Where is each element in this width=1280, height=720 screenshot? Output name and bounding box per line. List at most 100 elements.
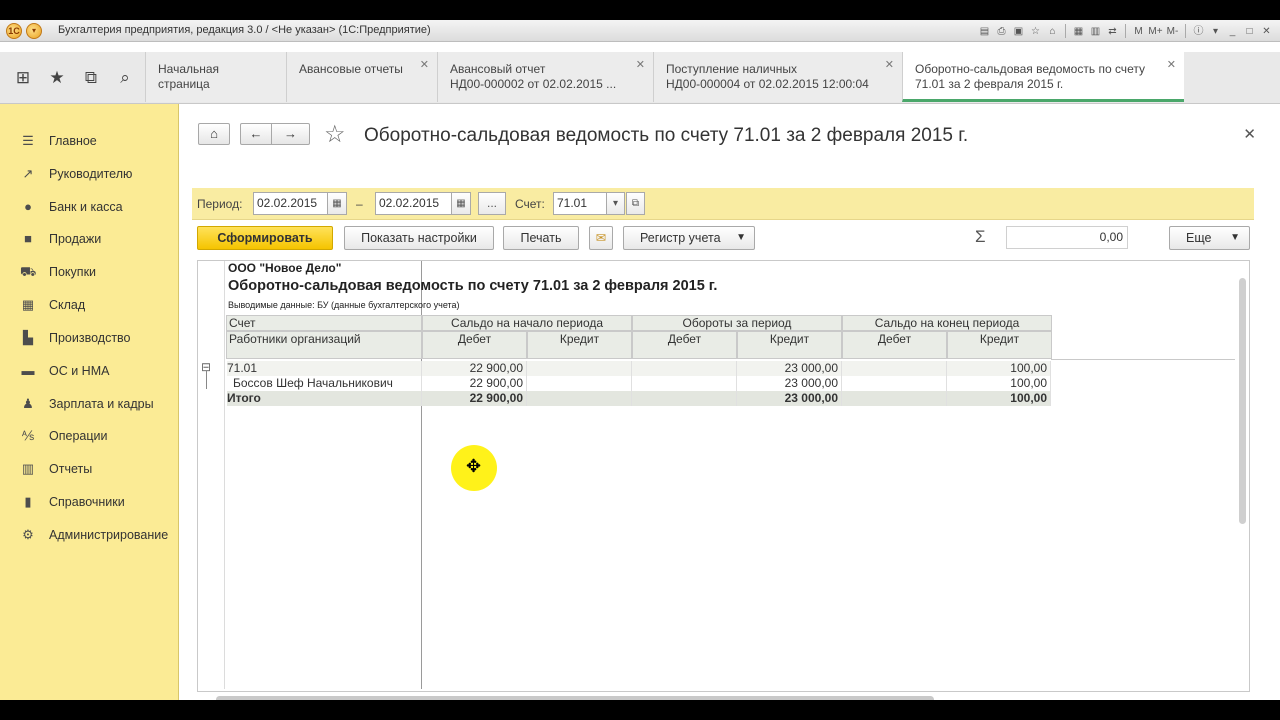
memory-m-icon[interactable]: M: [1131, 24, 1146, 39]
date-to-field[interactable]: 02.02.2015: [375, 192, 452, 215]
sidebar-item-reports[interactable]: ▥ Отчеты: [0, 456, 179, 482]
move-cursor-icon: ✥: [466, 456, 482, 476]
forward-button[interactable]: →: [272, 123, 310, 145]
sidebar-item-directories[interactable]: ▮ Справочники: [0, 489, 179, 515]
horizontal-scrollbar[interactable]: [216, 696, 934, 700]
account-dropdown-icon[interactable]: ▾: [606, 192, 625, 215]
close-tab-icon[interactable]: ✕: [636, 58, 645, 73]
favorites-star-icon[interactable]: ★: [46, 67, 68, 89]
sidebar-item-salary[interactable]: ♟ Зарплата и кадры: [0, 391, 179, 417]
calendar-icon[interactable]: ▥: [1088, 24, 1103, 39]
cell-open-debit: 22 900,00: [422, 391, 527, 406]
show-settings-button[interactable]: Показать настройки: [344, 226, 494, 250]
header-turn-debit: Дебет: [632, 331, 737, 359]
close-form-icon[interactable]: ✕: [1243, 125, 1256, 143]
generate-button[interactable]: Сформировать: [197, 226, 333, 250]
vertical-scrollbar[interactable]: [1239, 278, 1246, 524]
toolbar-separator: [1185, 24, 1186, 38]
bag-icon: ■: [24, 231, 32, 246]
minimize-icon[interactable]: _: [1225, 24, 1240, 39]
sidebar-item-warehouse[interactable]: ▦ Склад: [0, 292, 179, 318]
tab-label: Поступление наличных: [666, 62, 797, 76]
sigma-icon[interactable]: Σ: [975, 227, 986, 247]
date-from-field[interactable]: 02.02.2015: [253, 192, 328, 215]
sidebar-item-label: Склад: [49, 298, 86, 312]
sidebar-item-main[interactable]: ☰ Главное: [0, 128, 179, 154]
row-name: Итого: [227, 391, 422, 406]
chart-icon: ↗: [22, 166, 34, 181]
favorite-star-icon[interactable]: ☆: [324, 120, 346, 149]
sections-sidebar: ☰ Главное ↗ Руководителю ● Банк и касса ■ Пр…: [0, 104, 179, 700]
cell-open-debit: 22 900,00: [422, 361, 527, 376]
close-tab-icon[interactable]: ✕: [1167, 58, 1176, 73]
calendar-from-icon[interactable]: ▦: [327, 192, 347, 215]
search-icon[interactable]: ⌕: [114, 67, 136, 89]
memory-mminus-icon[interactable]: M-: [1165, 24, 1180, 39]
tab-home[interactable]: Начальная страница: [145, 52, 286, 102]
preview-icon[interactable]: ▣: [1011, 24, 1026, 39]
tab-turnover-sheet[interactable]: Оборотно-сальдовая ведомость по счету 71…: [902, 52, 1184, 102]
tab-advance-reports[interactable]: Авансовые отчеты ✕: [286, 52, 437, 102]
print-icon[interactable]: ⎙: [994, 24, 1009, 39]
info-icon[interactable]: ⓘ: [1191, 24, 1206, 39]
register-button[interactable]: Регистр учета ▼: [623, 226, 755, 250]
history-icon[interactable]: ⌂: [1045, 24, 1060, 39]
envelope-icon: ✉: [595, 231, 607, 245]
table-row[interactable]: 71.01 22 900,00 23 000,00 100,00: [227, 361, 1051, 376]
info-menu-icon[interactable]: ▾: [1208, 24, 1223, 39]
close-window-icon[interactable]: ✕: [1259, 24, 1274, 39]
save-icon[interactable]: ▤: [977, 24, 992, 39]
sidebar-item-label: Руководителю: [49, 167, 133, 181]
maximize-icon[interactable]: □: [1242, 24, 1257, 39]
sidebar-item-admin[interactable]: ⚙ Администрирование: [0, 522, 179, 548]
favorite-icon[interactable]: ☆: [1028, 24, 1043, 39]
more-button[interactable]: Еще ▼: [1169, 226, 1250, 250]
report-form: ⌂ ← → ☆ Оборотно-сальдовая ведомость по …: [180, 104, 1280, 700]
sidebar-item-purchases[interactable]: ⛟ Покупки: [0, 259, 179, 285]
compare-icon[interactable]: ⇄: [1105, 24, 1120, 39]
sidebar-item-sales[interactable]: ■ Продажи: [0, 226, 179, 252]
sidebar-item-assets[interactable]: ▬ ОС и НМА: [0, 358, 179, 384]
close-tab-icon[interactable]: ✕: [420, 58, 429, 73]
history-icon[interactable]: ⧉: [80, 67, 102, 89]
cell-close-credit: 100,00: [947, 391, 1051, 406]
sum-field: 0,00: [1006, 226, 1128, 249]
sidebar-item-bank[interactable]: ● Банк и касса: [0, 194, 179, 220]
toolbar-separator: [1065, 24, 1066, 38]
home-button[interactable]: ⌂: [198, 123, 230, 145]
sidebar-item-label: Покупки: [49, 265, 97, 279]
table-row-total[interactable]: Итого 22 900,00 23 000,00 100,00: [227, 391, 1051, 406]
tab-advance-report-doc[interactable]: Авансовый отчет НД00-000002 от 02.02.201…: [437, 52, 653, 102]
email-button[interactable]: ✉: [589, 226, 613, 250]
truck-icon: ▬: [21, 363, 35, 378]
tab-label: Начальная страница: [158, 62, 220, 91]
tab-label: Авансовые отчеты: [299, 62, 403, 76]
period-select-button[interactable]: ...: [478, 192, 506, 215]
app-logo-icon[interactable]: 1С: [6, 23, 22, 39]
sidebar-item-operations[interactable]: ⅍ Операции: [0, 423, 179, 449]
back-button[interactable]: ←: [240, 123, 272, 145]
report-spreadsheet[interactable]: ООО "Новое Дело" Оборотно-сальдовая ведо…: [197, 260, 1250, 692]
report-org: ООО "Новое Дело": [228, 261, 342, 275]
calendar-to-icon[interactable]: ▦: [451, 192, 471, 215]
book-icon: ▮: [24, 494, 32, 509]
main-menu-icon[interactable]: ▾: [26, 23, 42, 39]
account-field[interactable]: 71.01: [553, 192, 607, 215]
sidebar-item-label: Операции: [49, 429, 108, 443]
apps-grid-icon[interactable]: ⊞: [12, 67, 34, 89]
tab-cash-receipt[interactable]: Поступление наличных НД00-000004 от 02.0…: [653, 52, 902, 102]
grid-line: [224, 261, 225, 689]
account-label: Счет:: [515, 197, 545, 211]
factory-icon: ▙: [23, 330, 33, 345]
table-row[interactable]: Боссов Шеф Начальникович 22 900,00 23 00…: [227, 376, 1051, 391]
account-open-icon[interactable]: ⧉: [626, 192, 645, 215]
sidebar-item-manager[interactable]: ↗ Руководителю: [0, 161, 179, 187]
header-subconto: Работники организаций: [226, 331, 422, 359]
sidebar-item-production[interactable]: ▙ Производство: [0, 325, 179, 351]
header-opening: Сальдо на начало периода: [422, 315, 632, 331]
close-tab-icon[interactable]: ✕: [885, 58, 894, 73]
calculator-icon[interactable]: ▦: [1071, 24, 1086, 39]
memory-mplus-icon[interactable]: M+: [1148, 24, 1163, 39]
print-button[interactable]: Печать: [503, 226, 579, 250]
group-tree-line: [206, 371, 207, 389]
